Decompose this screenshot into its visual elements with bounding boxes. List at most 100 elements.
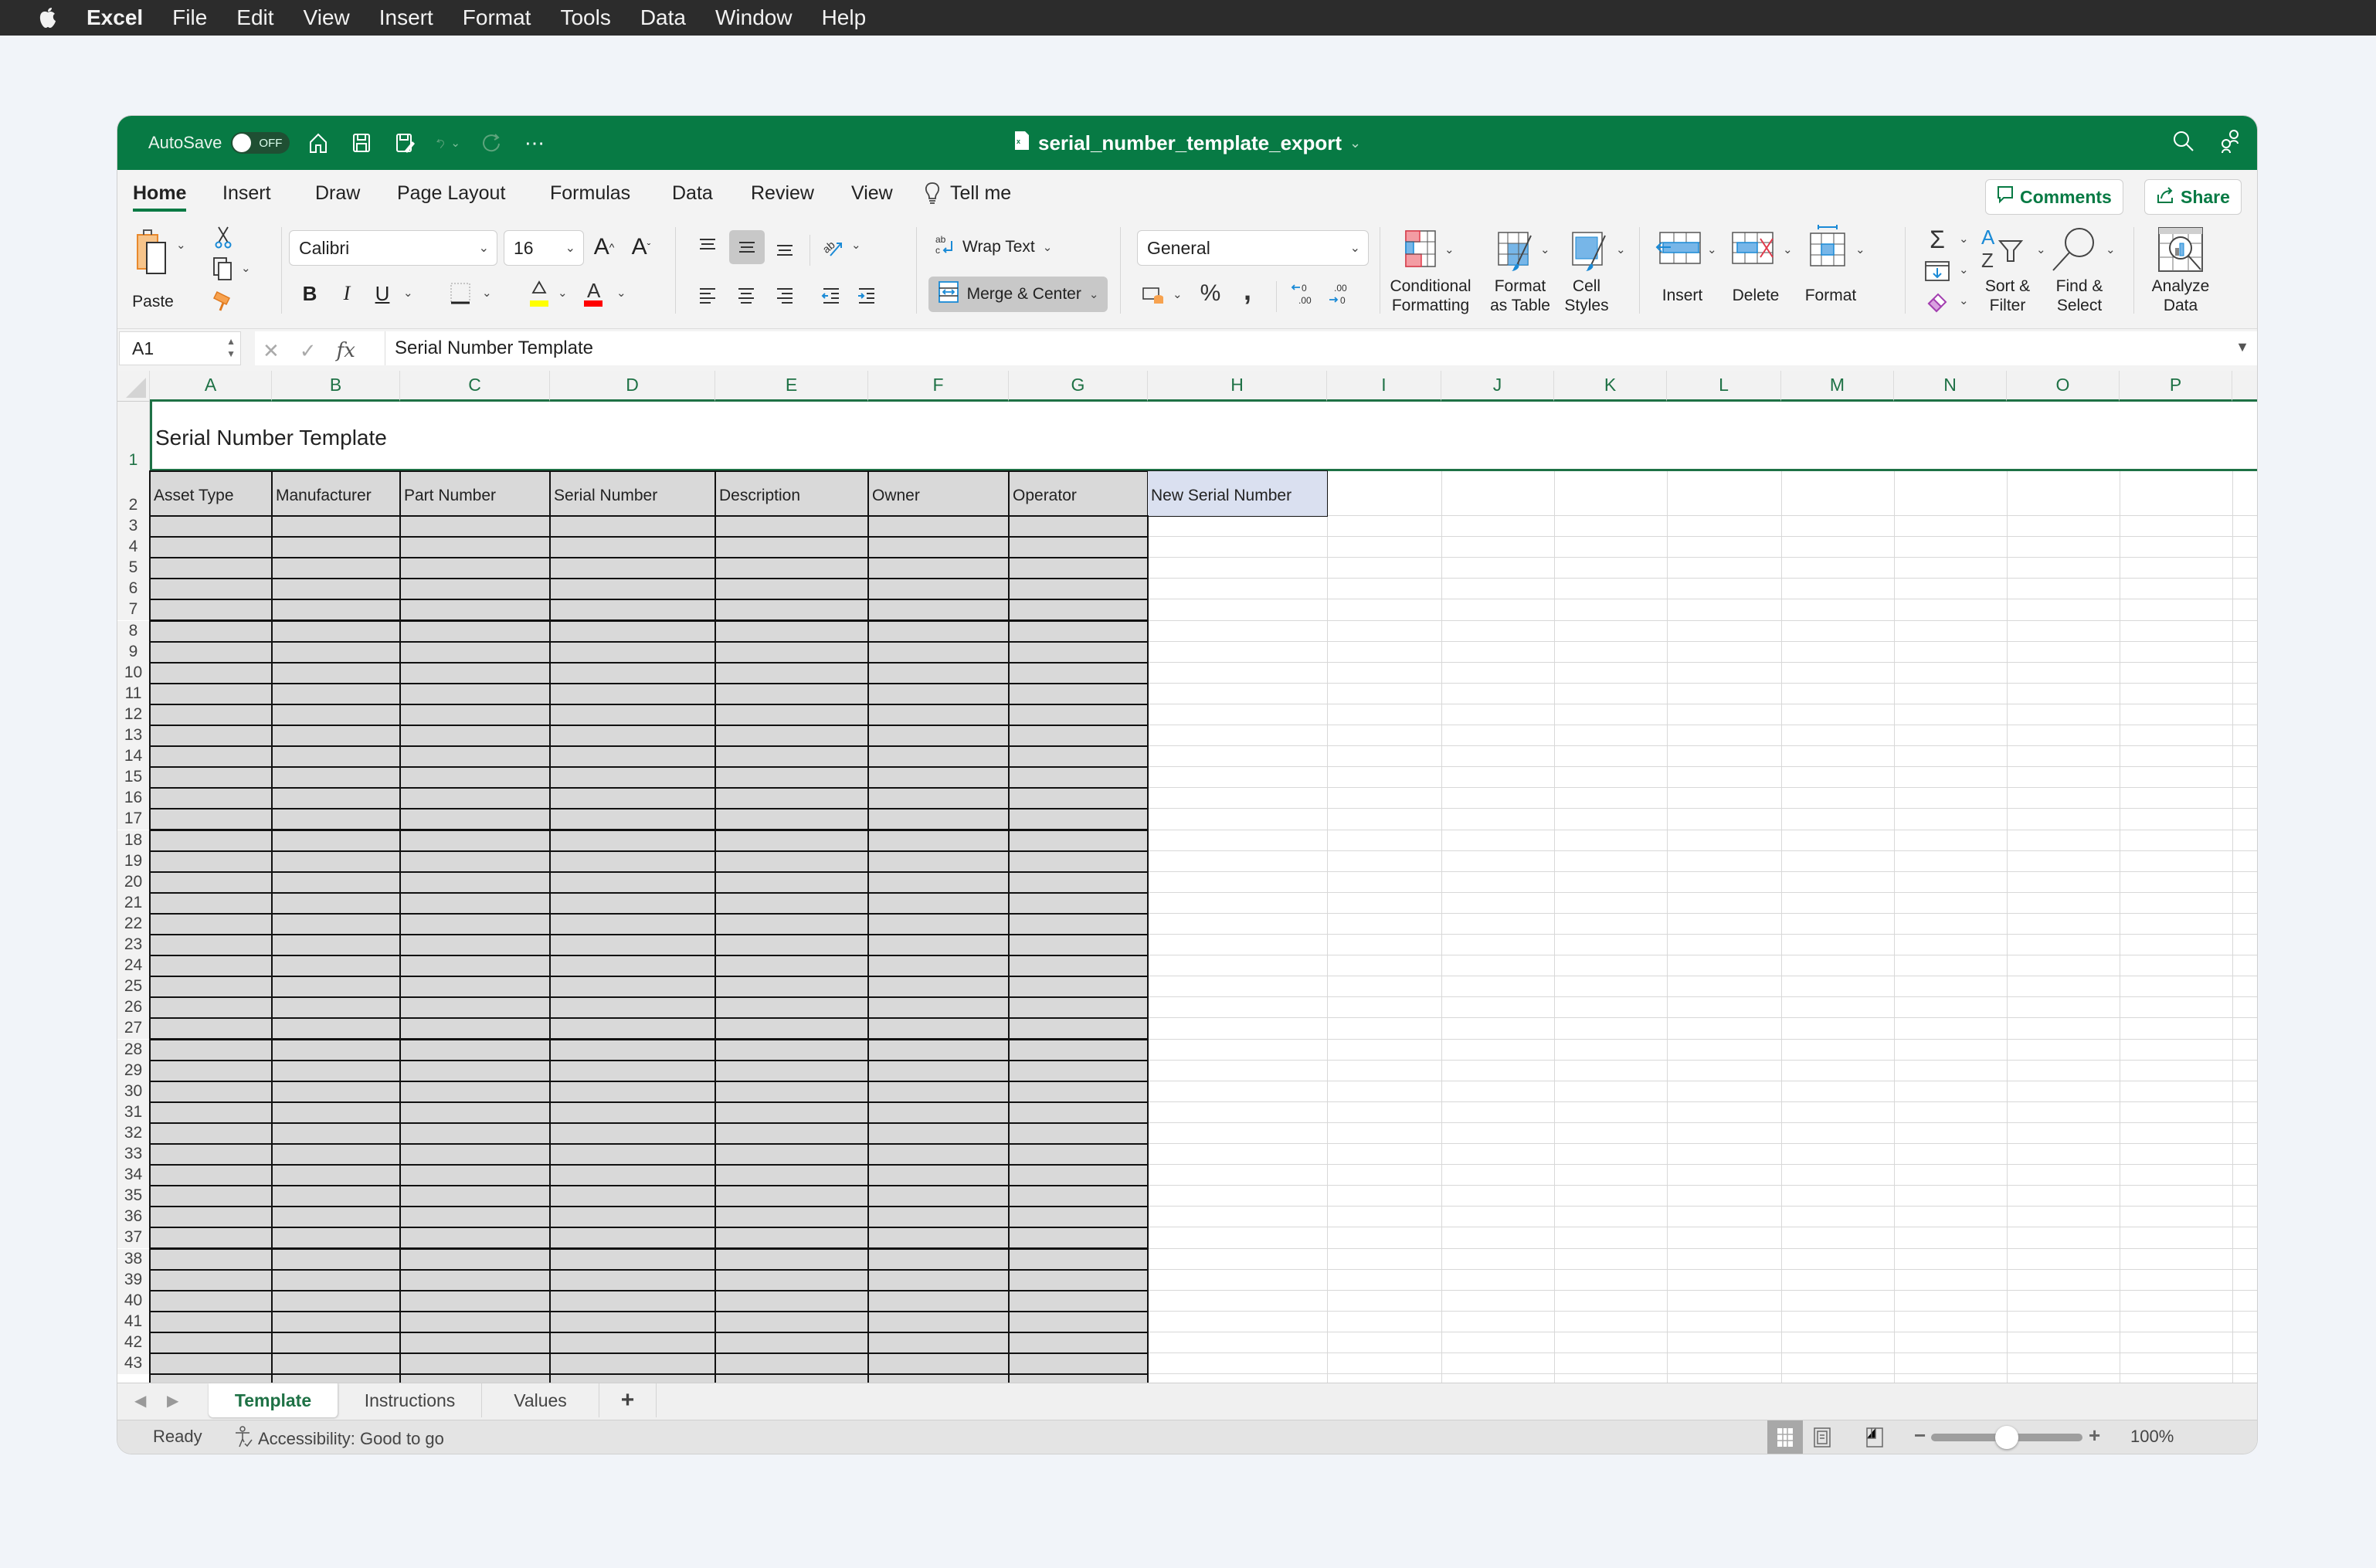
- sort-filter-icon[interactable]: AZ: [1979, 226, 2035, 270]
- data-cell[interactable]: [867, 976, 1010, 999]
- format-dropdown-icon[interactable]: ⌄: [1855, 243, 1865, 256]
- data-cell[interactable]: [549, 787, 716, 810]
- data-cell[interactable]: [1008, 725, 1149, 748]
- increase-decimal-icon[interactable]: 0.00: [1288, 278, 1316, 309]
- data-cell[interactable]: [271, 1268, 401, 1291]
- data-cell[interactable]: [1008, 661, 1149, 684]
- format-label[interactable]: Format: [1801, 286, 1860, 305]
- data-cell[interactable]: [867, 725, 1010, 748]
- data-cell[interactable]: [867, 850, 1010, 873]
- data-cell[interactable]: [714, 1373, 869, 1383]
- data-cell[interactable]: [271, 661, 401, 684]
- data-cell[interactable]: [149, 766, 273, 789]
- data-cell[interactable]: [399, 1143, 551, 1166]
- format-cells-icon[interactable]: [1806, 222, 1849, 272]
- column-header-m[interactable]: M: [1781, 371, 1894, 402]
- row-header-10[interactable]: 10: [117, 662, 150, 684]
- fill-color-dropdown-icon[interactable]: ⌄: [558, 286, 568, 300]
- data-cell[interactable]: [714, 829, 869, 852]
- data-cell[interactable]: [271, 955, 401, 978]
- expand-formula-bar-icon[interactable]: ▼: [2235, 339, 2249, 355]
- tell-me[interactable]: Tell me: [924, 170, 1011, 216]
- data-cell[interactable]: [1008, 1289, 1149, 1312]
- data-cell[interactable]: [1008, 1101, 1149, 1124]
- data-cell[interactable]: [399, 703, 551, 726]
- data-cell[interactable]: [399, 766, 551, 789]
- data-cell[interactable]: [399, 1059, 551, 1082]
- comments-button[interactable]: Comments: [1985, 179, 2123, 215]
- increase-font-size-icon[interactable]: A ^: [590, 232, 618, 263]
- data-cell[interactable]: [549, 745, 716, 769]
- insert-cells-icon[interactable]: [1655, 227, 1704, 270]
- zoom-slider[interactable]: [1931, 1426, 2082, 1449]
- save-as-icon[interactable]: [392, 131, 417, 155]
- tab-insert[interactable]: Insert: [222, 170, 271, 216]
- data-cell[interactable]: [867, 1101, 1010, 1124]
- data-cell[interactable]: [549, 703, 716, 726]
- data-cell[interactable]: [271, 1373, 401, 1383]
- data-cell[interactable]: [867, 1017, 1010, 1040]
- delete-cells-icon[interactable]: [1729, 227, 1778, 270]
- data-cell[interactable]: [399, 891, 551, 915]
- data-cell[interactable]: [399, 829, 551, 852]
- data-cell[interactable]: [149, 829, 273, 852]
- column-header-e[interactable]: E: [715, 371, 868, 402]
- data-cell[interactable]: [149, 1331, 273, 1354]
- data-cell[interactable]: [399, 955, 551, 978]
- row-header-19[interactable]: 19: [117, 850, 150, 872]
- data-cell[interactable]: [549, 1331, 716, 1354]
- header-cell-asset-type[interactable]: Asset Type: [149, 470, 273, 517]
- data-cell[interactable]: [714, 725, 869, 748]
- row-header-16[interactable]: 16: [117, 788, 150, 809]
- data-cell[interactable]: [399, 808, 551, 831]
- data-cell[interactable]: [714, 1352, 869, 1376]
- data-cell[interactable]: [549, 515, 716, 538]
- data-cell[interactable]: [867, 1164, 1010, 1187]
- data-cell[interactable]: [1008, 871, 1149, 894]
- data-cell[interactable]: [867, 515, 1010, 538]
- data-cell[interactable]: [399, 578, 551, 601]
- data-cell[interactable]: [271, 619, 401, 643]
- column-header-b[interactable]: B: [272, 371, 400, 402]
- zoom-in-button[interactable]: +: [2089, 1424, 2100, 1448]
- data-cell[interactable]: [714, 1080, 869, 1103]
- column-header-n[interactable]: N: [1894, 371, 2007, 402]
- data-cell[interactable]: [1008, 1268, 1149, 1291]
- menu-edit[interactable]: Edit: [236, 5, 273, 30]
- column-header-l[interactable]: L: [1667, 371, 1781, 402]
- data-cell[interactable]: [271, 536, 401, 559]
- scroll-tabs-right-icon[interactable]: ▶: [167, 1391, 178, 1410]
- data-cell[interactable]: [1008, 745, 1149, 769]
- data-cell[interactable]: [399, 1373, 551, 1383]
- data-cell[interactable]: [149, 1373, 273, 1383]
- cut-icon[interactable]: [212, 226, 235, 249]
- data-cell[interactable]: [549, 850, 716, 873]
- sheet-tab-values[interactable]: Values: [482, 1383, 599, 1417]
- conditional-formatting-label[interactable]: Conditional Formatting: [1384, 277, 1477, 315]
- row-header-22[interactable]: 22: [117, 913, 150, 935]
- data-cell[interactable]: [714, 891, 869, 915]
- data-cell[interactable]: [714, 955, 869, 978]
- data-cell[interactable]: [399, 619, 551, 643]
- data-cell[interactable]: [867, 996, 1010, 1020]
- confirm-icon[interactable]: ✓: [300, 339, 317, 363]
- data-cell[interactable]: [399, 934, 551, 957]
- delete-label[interactable]: Delete: [1729, 286, 1783, 305]
- data-cell[interactable]: [867, 682, 1010, 705]
- zoom-slider-thumb[interactable]: [1995, 1426, 2018, 1449]
- find-select-label[interactable]: Find & Select: [2050, 277, 2109, 315]
- data-cell[interactable]: [549, 829, 716, 852]
- data-cell[interactable]: [867, 536, 1010, 559]
- data-cell[interactable]: [149, 640, 273, 664]
- tab-view[interactable]: View: [851, 170, 893, 216]
- cancel-icon[interactable]: ✕: [263, 339, 280, 363]
- data-cell[interactable]: [549, 1038, 716, 1061]
- column-header-h[interactable]: H: [1148, 371, 1327, 402]
- data-cell[interactable]: [399, 787, 551, 810]
- row-header-13[interactable]: 13: [117, 725, 150, 747]
- row-header-24[interactable]: 24: [117, 955, 150, 977]
- clear-dropdown-icon[interactable]: ⌄: [1959, 294, 1969, 307]
- data-cell[interactable]: [714, 578, 869, 601]
- row-header-40[interactable]: 40: [117, 1290, 150, 1312]
- data-cell[interactable]: [149, 1268, 273, 1291]
